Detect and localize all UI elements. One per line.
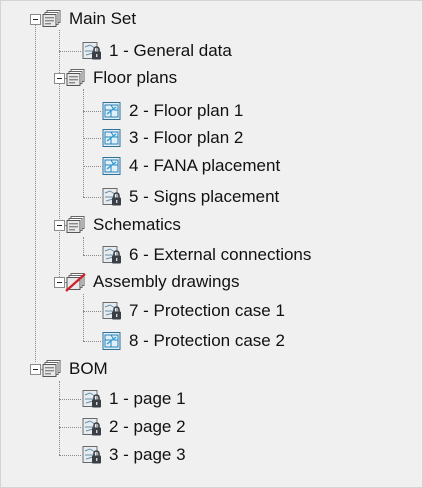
tree-connector (59, 30, 60, 277)
collapse-toggle-assembly-drawings[interactable] (54, 277, 65, 288)
tree-connector (83, 138, 101, 139)
tree-node-label: 6 - External connections (129, 245, 312, 264)
tree-node-label: 2 - page 2 (109, 417, 186, 436)
set-folder-icon (42, 10, 61, 27)
tree-connector (83, 255, 101, 256)
locked-sheet-icon (82, 389, 102, 409)
tree-connector (59, 381, 60, 455)
tree-node-label: Assembly drawings (93, 272, 240, 291)
locked-sheet-icon (102, 301, 122, 321)
collapse-toggle-bom[interactable] (30, 364, 41, 375)
locked-sheet-icon (102, 245, 122, 265)
tree-connector (83, 341, 101, 342)
tree-node-protection-case-2[interactable]: 8 - Protection case 2 (101, 327, 285, 355)
tree-node-schematics[interactable]: Schematics (65, 211, 181, 239)
tree-connector (83, 197, 101, 198)
tree-node-label: 3 - page 3 (109, 445, 186, 464)
tree-connector (59, 51, 81, 52)
tree-node-label: 2 - Floor plan 1 (129, 101, 244, 120)
tree-node-label: 4 - FANA placement (129, 156, 281, 175)
tree-connector (83, 111, 101, 112)
tree-node-protection-case-1[interactable]: 7 - Protection case 1 (101, 297, 285, 325)
locked-sheet-icon (102, 187, 122, 207)
tree-node-label: Floor plans (93, 68, 178, 87)
excluded-subset-icon (65, 272, 87, 292)
tree-node-floor-plan-1[interactable]: 2 - Floor plan 1 (101, 97, 243, 125)
tree-node-label: 1 - General data (109, 41, 232, 60)
subset-folder-icon (66, 216, 85, 233)
set-folder-icon (42, 360, 61, 377)
plan-sheet-icon (102, 128, 121, 148)
plan-sheet-icon (102, 156, 121, 176)
tree-node-assembly-drawings[interactable]: Assembly drawings (65, 268, 239, 296)
tree-node-label: 1 - page 1 (109, 389, 186, 408)
tree-node-label: 5 - Signs placement (129, 187, 280, 206)
tree-node-signs-placement[interactable]: 5 - Signs placement (101, 183, 279, 211)
tree-node-fana-placement[interactable]: 4 - FANA placement (101, 152, 280, 180)
collapse-toggle-floor-plans[interactable] (54, 73, 65, 84)
collapse-toggle-main-set[interactable] (30, 14, 41, 25)
tree-connector (83, 237, 84, 255)
tree-connector (83, 311, 101, 312)
collapse-toggle-schematics[interactable] (54, 220, 65, 231)
tree-connector (59, 455, 81, 456)
locked-sheet-icon (82, 445, 102, 465)
tree-connector (83, 89, 84, 197)
tree-node-floor-plan-2[interactable]: 3 - Floor plan 2 (101, 124, 243, 152)
locked-sheet-icon (82, 417, 102, 437)
tree-connector (35, 19, 36, 362)
tree-node-bom-page-2[interactable]: 2 - page 2 (81, 413, 186, 441)
tree-node-main-set[interactable]: Main Set (41, 5, 136, 33)
tree-node-label: Main Set (69, 9, 137, 28)
tree-connector (83, 294, 84, 341)
tree-node-label: 8 - Protection case 2 (129, 331, 285, 350)
tree-node-external-connections[interactable]: 6 - External connections (101, 241, 311, 269)
subset-folder-icon (66, 69, 85, 86)
tree-connector (59, 399, 81, 400)
tree-node-bom-page-1[interactable]: 1 - page 1 (81, 385, 186, 413)
tree-node-label: BOM (69, 359, 108, 378)
sheet-set-tree: Main Set 1 - General data Floor plans 2 … (0, 0, 423, 488)
tree-node-floor-plans[interactable]: Floor plans (65, 64, 177, 92)
tree-connector (83, 166, 101, 167)
tree-node-general-data[interactable]: 1 - General data (81, 37, 232, 65)
tree-node-label: Schematics (93, 215, 181, 234)
plan-sheet-icon (102, 101, 121, 121)
tree-connector (59, 427, 81, 428)
tree-node-bom-page-3[interactable]: 3 - page 3 (81, 441, 186, 469)
locked-sheet-icon (82, 41, 102, 61)
tree-node-bom[interactable]: BOM (41, 355, 108, 383)
tree-node-label: 3 - Floor plan 2 (129, 128, 244, 147)
plan-sheet-icon (102, 331, 121, 351)
tree-node-label: 7 - Protection case 1 (129, 301, 285, 320)
